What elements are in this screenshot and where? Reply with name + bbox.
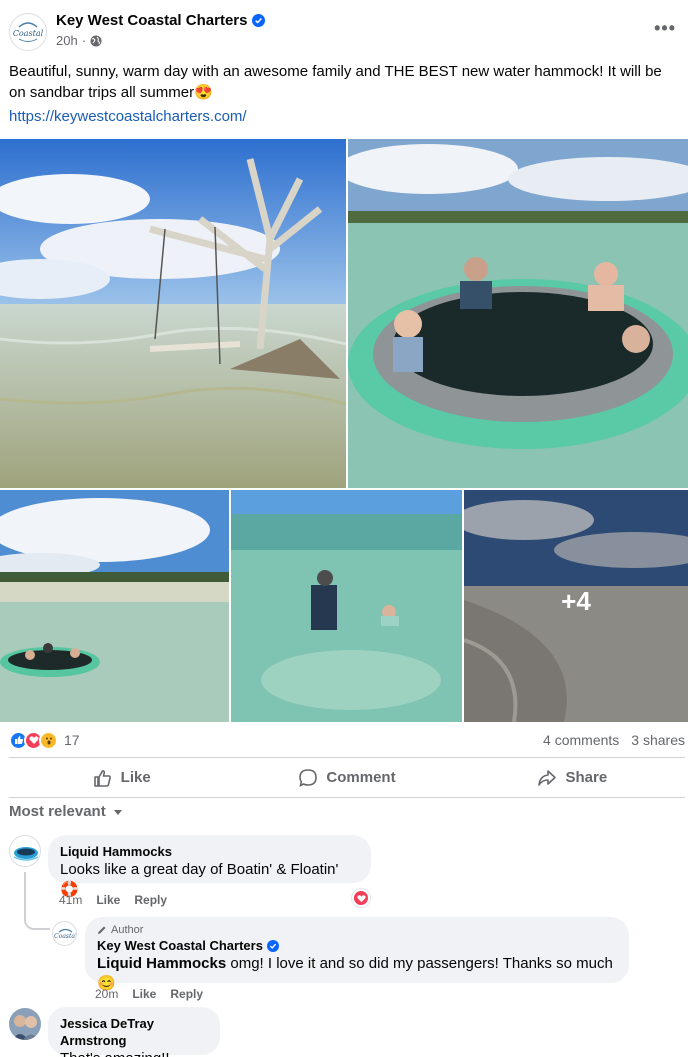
- post-link[interactable]: https://keywestcoastalcharters.com/: [9, 108, 247, 125]
- comment-time[interactable]: 20m: [95, 987, 118, 1001]
- post-actions: Like Comment Share: [9, 759, 685, 796]
- wow-reaction-icon: [39, 730, 58, 750]
- comment-mention[interactable]: Liquid Hammocks: [97, 955, 226, 972]
- share-icon: [538, 769, 557, 786]
- photo-family-hammock[interactable]: [348, 139, 688, 488]
- page-avatar[interactable]: Coastal: [9, 13, 47, 51]
- verified-badge-icon: [252, 14, 266, 27]
- share-button[interactable]: Share: [460, 759, 685, 796]
- more-photos-overlay[interactable]: +4: [464, 490, 688, 722]
- caret-down-icon: [113, 809, 122, 815]
- comment-body: omg! I love it and so did my passengers!…: [226, 955, 613, 972]
- comment-like-button[interactable]: Like: [132, 987, 156, 1001]
- photo-wading[interactable]: [231, 490, 462, 722]
- comment-icon: [299, 768, 318, 787]
- comment-bubble: Author Key West Coastal Charters Liquid …: [85, 917, 629, 992]
- comment-author-row: Key West Coastal Charters: [97, 937, 617, 954]
- comment-meta: 20m Like Reply: [95, 987, 203, 1001]
- heart-eyes-emoji: 😍: [194, 84, 213, 101]
- more-options-button[interactable]: •••: [654, 18, 676, 39]
- comment-like-button[interactable]: Like: [96, 893, 120, 907]
- globe-icon: [90, 35, 102, 46]
- comment-meta: 41m Like Reply: [59, 893, 167, 907]
- like-button[interactable]: Like: [9, 759, 234, 796]
- share-label: Share: [565, 769, 608, 786]
- comment-bubble: Liquid Hammocks Looks like a great day o…: [48, 835, 371, 898]
- svg-text:Coastal: Coastal: [54, 933, 77, 940]
- verified-badge-icon: [266, 939, 279, 952]
- divider: [9, 797, 685, 798]
- shares-count[interactable]: 3 shares: [631, 732, 685, 748]
- photo-tree-swing[interactable]: [0, 139, 346, 488]
- page-name[interactable]: Key West Coastal Charters: [56, 12, 247, 29]
- post-time[interactable]: 20h: [56, 33, 78, 48]
- author-badge: Author: [97, 923, 617, 937]
- comment-button[interactable]: Comment: [234, 759, 459, 796]
- comments-count[interactable]: 4 comments: [543, 732, 619, 748]
- page-logo-icon: Coastal: [54, 928, 77, 940]
- comment-bubble: Jessica DeTray Armstrong That's amazing!…: [48, 1007, 220, 1057]
- svg-text:Coastal: Coastal: [13, 29, 44, 38]
- photo-grid: +4: [0, 139, 688, 722]
- like-label: Like: [120, 769, 151, 786]
- comment-author[interactable]: Jessica DeTray Armstrong: [60, 1015, 208, 1049]
- post-header: Coastal Key West Coastal Charters 20h · …: [0, 0, 688, 60]
- photo-sandbar[interactable]: +4: [464, 490, 688, 722]
- divider: [9, 757, 685, 758]
- author-badge-label: Author: [111, 924, 144, 936]
- avatar[interactable]: [9, 1008, 41, 1040]
- meta-separator: ·: [81, 33, 87, 48]
- reaction-count[interactable]: 17: [64, 732, 80, 748]
- liquid-hammocks-logo-icon: [13, 847, 39, 861]
- profile-photo-icon: [9, 1008, 41, 1040]
- love-reaction-icon[interactable]: [352, 889, 370, 907]
- thread-connector: [24, 872, 50, 930]
- reaction-icons[interactable]: [9, 730, 58, 750]
- post-body: Beautiful, sunny, warm day with an aweso…: [9, 63, 662, 101]
- sort-label: Most relevant: [9, 803, 106, 820]
- photo-hammock-distance[interactable]: [0, 490, 229, 722]
- comment-author[interactable]: Key West Coastal Charters: [97, 937, 263, 954]
- avatar[interactable]: [9, 835, 41, 867]
- comment-reply-button[interactable]: Reply: [134, 893, 167, 907]
- comment-author[interactable]: Liquid Hammocks: [60, 843, 359, 860]
- comment-text: That's amazing!!: [60, 1049, 208, 1057]
- comment-body: Looks like a great day of Boatin' & Floa…: [60, 861, 339, 878]
- post-text: Beautiful, sunny, warm day with an aweso…: [9, 61, 679, 103]
- comment-label: Comment: [326, 769, 396, 786]
- reactions-bar: 17 4 comments 3 shares: [9, 728, 685, 752]
- thumbs-up-icon: [93, 769, 111, 787]
- page-logo-icon: Coastal: [11, 15, 45, 49]
- comment-reply-button[interactable]: Reply: [170, 987, 203, 1001]
- avatar[interactable]: Coastal: [52, 921, 77, 946]
- comment-sort-dropdown[interactable]: Most relevant: [9, 803, 124, 820]
- comment-time[interactable]: 41m: [59, 893, 82, 907]
- pencil-icon: [98, 926, 106, 934]
